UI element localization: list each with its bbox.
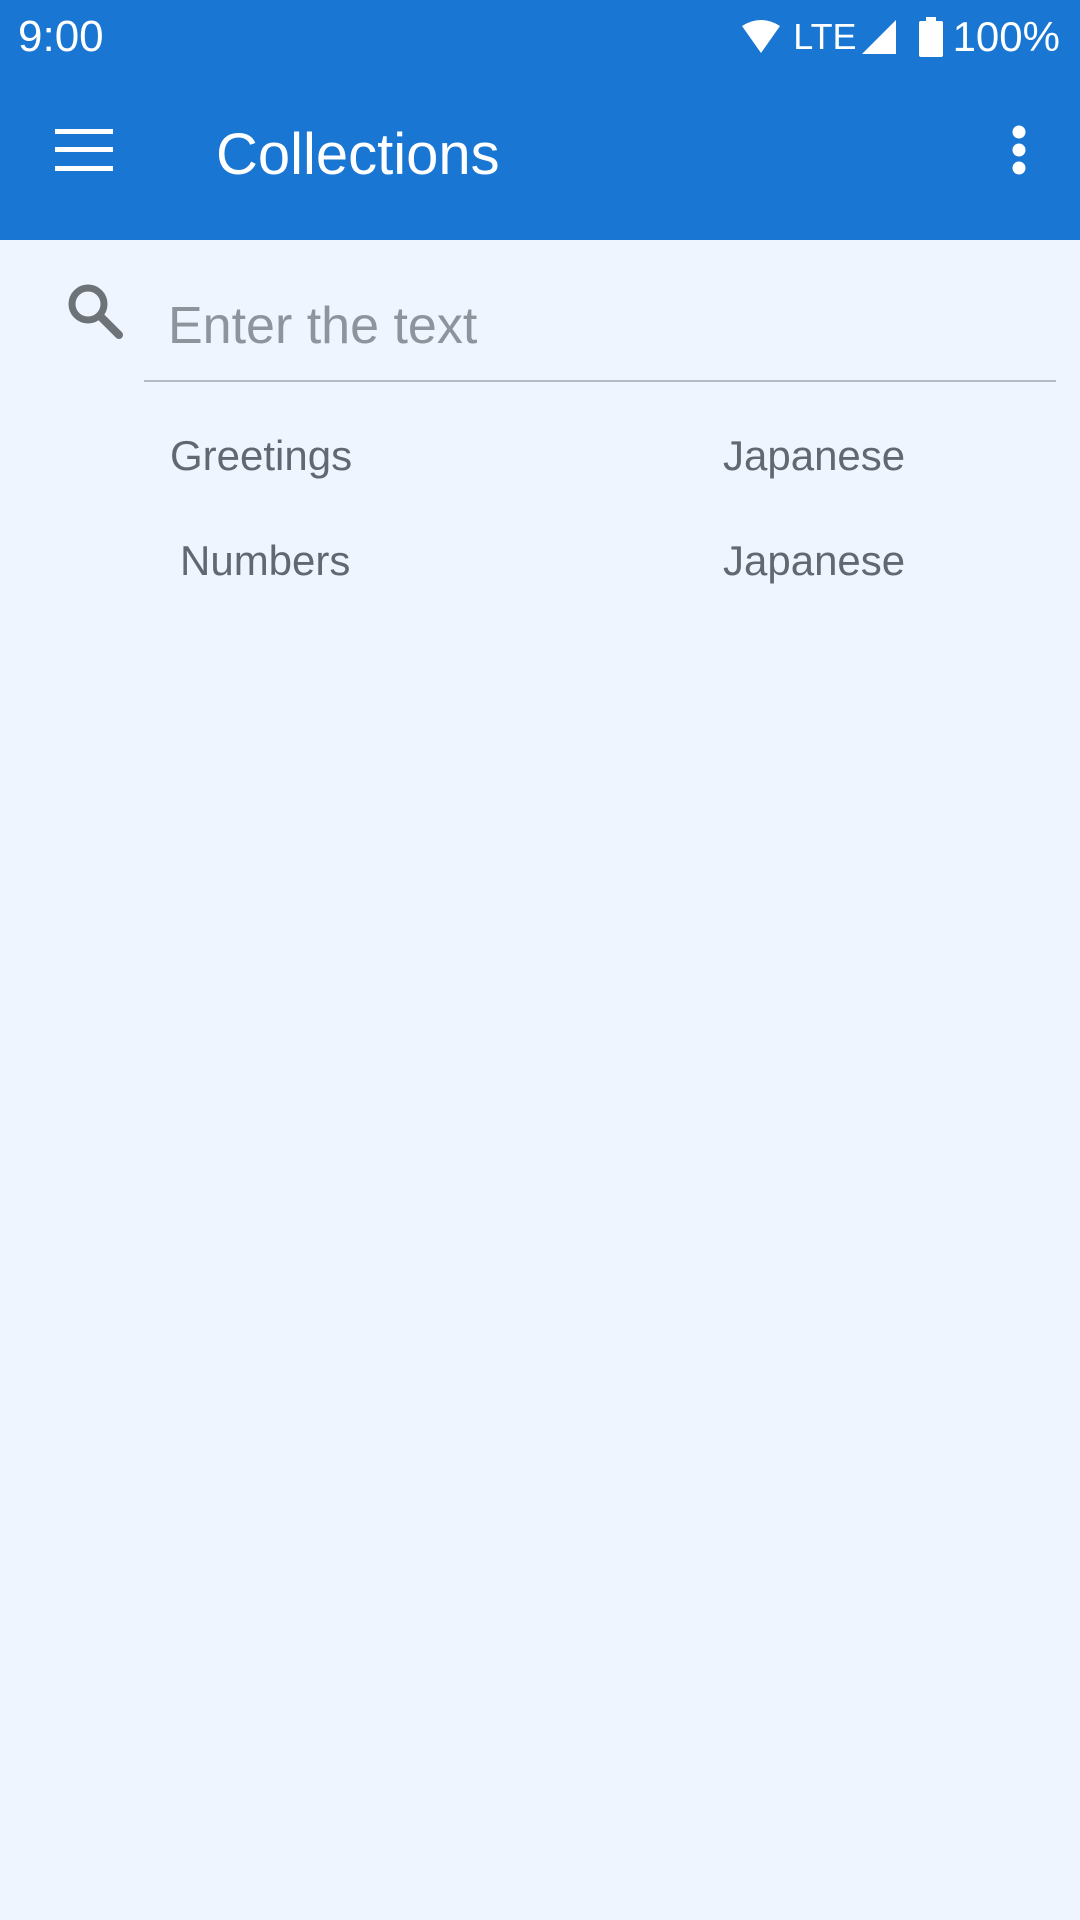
menu-button[interactable] [34,112,134,192]
search-input[interactable] [144,272,1056,382]
wifi-icon [741,20,781,54]
list-item[interactable]: Numbers Japanese [0,510,1080,615]
search-icon [64,280,128,344]
collection-language: Japanese [723,432,906,479]
toolbar: Collections [0,74,1080,240]
network-type-label: LTE [793,16,857,57]
status-bar: 9:00 LTE 100% [0,0,1080,74]
collection-language: Japanese [723,537,906,584]
collections-list: Greetings Japanese Numbers Japanese [0,405,1080,615]
more-options-button[interactable] [984,112,1054,192]
status-icons: LTE 100% [741,12,1060,62]
status-time: 9:00 [18,12,104,61]
list-item[interactable]: Greetings Japanese [0,405,1080,510]
battery-icon [918,17,943,57]
hamburger-menu-icon [55,128,113,176]
page-title: Collections [216,122,500,187]
collection-name: Greetings [170,432,353,479]
battery-percent: 100% [952,13,1060,60]
app-bar: 9:00 LTE 100% Collections [0,0,1080,240]
collection-name: Numbers [180,537,351,584]
more-vert-icon [1011,125,1027,180]
cell-signal-icon [861,19,897,55]
